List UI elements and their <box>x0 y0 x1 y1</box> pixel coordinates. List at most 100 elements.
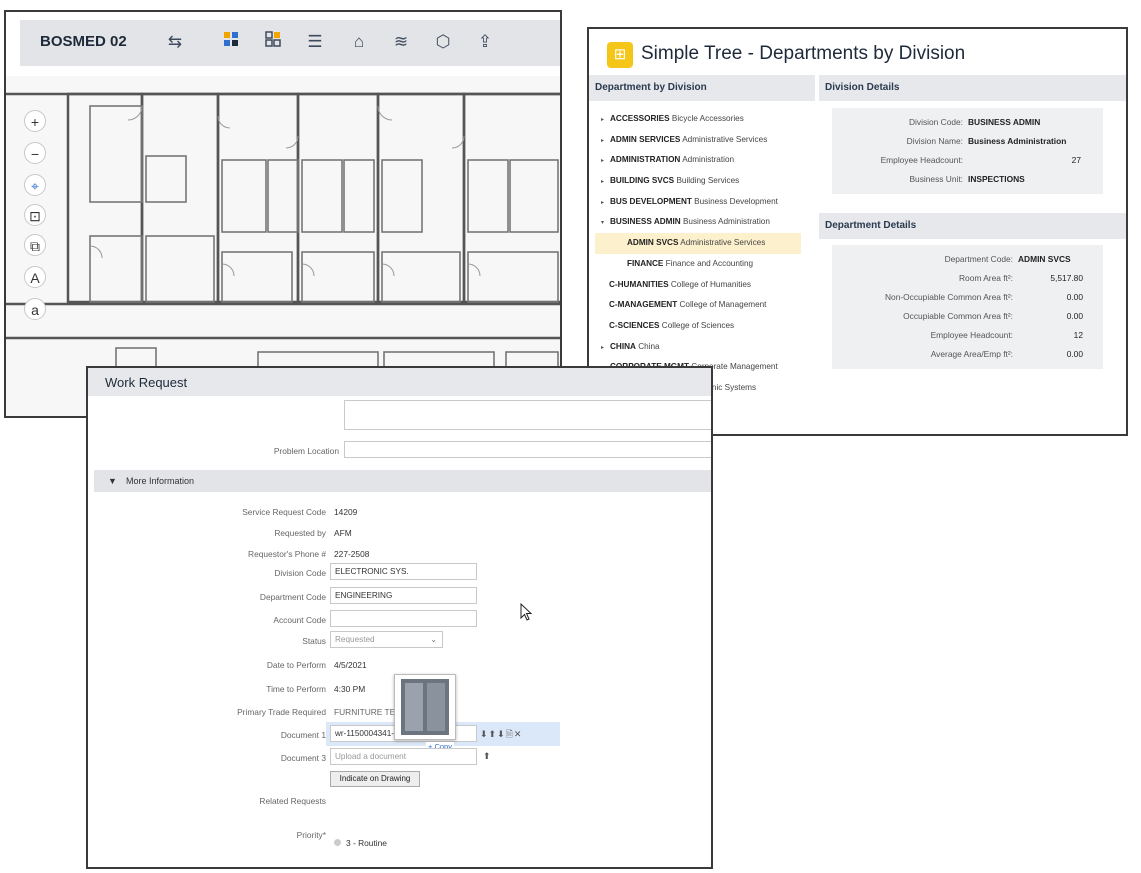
app-grid-icon: ⊞ <box>607 42 633 68</box>
tree-item[interactable]: C-SCIENCES College of Sciences <box>595 316 807 337</box>
work-request-window: Work Request Problem Location ▼ More Inf… <box>86 366 713 869</box>
tree-item-name: Finance and Accounting <box>665 258 754 268</box>
detail-row: Business Unit: INSPECTIONS <box>832 173 1103 185</box>
copy-icon[interactable]: ⧉ <box>24 234 46 256</box>
service-request-code-label: Service Request Code <box>242 507 326 517</box>
time-value[interactable]: 4:30 PM <box>334 684 365 694</box>
tree-item[interactable]: C-MANAGEMENT College of Management <box>595 295 807 316</box>
tree-item[interactable]: ▸ CHINA China <box>595 337 807 358</box>
priority-label: Priority* <box>296 830 326 840</box>
detail-value: ADMIN SVCS <box>1018 254 1071 264</box>
tree-item-code: ADMIN SERVICES <box>610 134 681 144</box>
priority-radio[interactable] <box>334 839 341 846</box>
tree-item-code: ADMIN SVCS <box>627 238 679 248</box>
division-code-field[interactable]: ELECTRONIC SYS. <box>330 563 477 580</box>
tree-item[interactable]: ▾ BUSINESS ADMIN Business Administration <box>595 212 807 233</box>
status-value: Requested <box>335 635 375 644</box>
drawing-toolbar: BOSMED 02 ⇆ ☰ ⌂ ≋ ⬡ ⇪ <box>20 20 560 66</box>
tree-item-name: College of Sciences <box>661 320 735 330</box>
phone-value: 227-2508 <box>334 549 370 559</box>
date-label: Date to Perform <box>266 660 326 670</box>
detail-value: 12 <box>1073 330 1083 340</box>
cube-icon[interactable]: ⬡ <box>430 29 456 55</box>
detail-label: Room Area ft²: <box>959 273 1013 283</box>
tree-item[interactable]: ▸ ADMIN SERVICES Administrative Services <box>595 130 807 151</box>
tree-item-code: BUS DEVELOPMENT <box>610 196 692 206</box>
caret-right-icon[interactable]: ▸ <box>601 131 610 152</box>
caret-right-icon[interactable]: ▸ <box>601 338 610 359</box>
crop-icon[interactable]: ⊡ <box>24 204 46 226</box>
zoom-in-icon[interactable]: + <box>24 110 46 132</box>
detail-label: Division Code: <box>909 117 963 127</box>
document3-field[interactable]: Upload a document <box>330 748 477 765</box>
tree-item[interactable]: C-HUMANITIES College of Humanities <box>595 275 807 296</box>
caret-down-icon[interactable]: ▾ <box>601 213 610 234</box>
detail-row: Room Area ft²: 5,517.80 <box>832 272 1103 284</box>
tree-item-name: Administrative Services <box>680 238 766 248</box>
zoom-out-icon[interactable]: − <box>24 142 46 164</box>
caret-right-icon[interactable]: ▸ <box>601 110 610 131</box>
tree-item-name: China <box>638 341 660 351</box>
grid-icon[interactable] <box>260 29 286 55</box>
detail-row: Division Code: BUSINESS ADMIN <box>832 116 1103 128</box>
caret-right-icon[interactable]: ▸ <box>601 193 610 214</box>
tree-panel-header: Department by Division <box>589 75 815 101</box>
drawing-title: BOSMED 02 <box>40 33 127 50</box>
tree-item[interactable]: ▸ BUS DEVELOPMENT Business Development <box>595 192 807 213</box>
detail-row: Employee Headcount: 27 <box>832 154 1103 166</box>
description-field[interactable] <box>344 400 711 430</box>
detail-value: BUSINESS ADMIN <box>968 117 1041 127</box>
grid-color-icon[interactable] <box>218 29 244 55</box>
label-large-icon[interactable]: A <box>24 266 46 288</box>
tree-item-name: Bicycle Accessories <box>671 114 744 123</box>
tree-item[interactable]: FINANCE Finance and Accounting <box>595 254 807 275</box>
locate-icon[interactable]: ⌖ <box>24 174 46 196</box>
tree-item-code: BUSINESS ADMIN <box>610 217 681 227</box>
detail-value: INSPECTIONS <box>968 174 1025 184</box>
account-code-label: Account Code <box>273 615 326 625</box>
tree-item-code: CHINA <box>610 341 636 351</box>
tag-icon[interactable]: ⌂ <box>346 29 372 55</box>
tree-item-name: Administration <box>682 155 735 165</box>
trade-label: Primary Trade Required <box>237 707 326 717</box>
chevron-down-icon: ▼ <box>108 476 117 486</box>
document3-label: Document 3 <box>280 753 326 763</box>
detail-value: 0.00 <box>1066 311 1083 321</box>
document1-label: Document 1 <box>280 730 326 740</box>
caret-right-icon[interactable]: ▸ <box>601 172 610 193</box>
department-code-label: Department Code <box>259 592 326 602</box>
detail-row: Division Name: Business Administration <box>832 135 1103 147</box>
tree-item-code: ADMINISTRATION <box>610 155 681 165</box>
department-details: Department Code: ADMIN SVCS Room Area ft²:… <box>832 245 1103 369</box>
date-value[interactable]: 4/5/2021 <box>334 660 367 670</box>
upload-icon[interactable]: ⬆ <box>483 751 491 762</box>
department-code-field[interactable]: ENGINEERING <box>330 587 477 604</box>
layers-icon[interactable]: ≋ <box>388 29 414 55</box>
share-icon[interactable]: ⇪ <box>472 29 498 55</box>
tree-item[interactable]: ADMIN SVCS Administrative Services <box>595 233 801 254</box>
division-code-label: Division Code <box>274 568 326 578</box>
tree-item[interactable]: ▸ ADMINISTRATION Administration <box>595 150 807 171</box>
tree-item[interactable]: ▸ BUILDING SVCS Building Services <box>595 171 807 192</box>
label-small-icon[interactable]: a <box>24 298 46 320</box>
tree-item-name: Administrative Services <box>682 134 768 144</box>
detail-row: Average Area/Emp ft²: 0.00 <box>832 348 1103 360</box>
account-code-field[interactable] <box>330 610 477 627</box>
requested-by-label: Requested by <box>274 528 326 538</box>
detail-label: Business Unit: <box>909 174 963 184</box>
division-details: Division Code: BUSINESS ADMIN Division Nam… <box>832 108 1103 194</box>
problem-location-field[interactable] <box>344 441 711 458</box>
detail-value: Business Administration <box>968 136 1067 146</box>
detail-value: 27 <box>1071 155 1081 165</box>
tree-item-code: C-MANAGEMENT <box>609 300 678 310</box>
status-label: Status <box>302 636 326 646</box>
tree-item[interactable]: ▸ ACCESSORIES Bicycle Accessories <box>595 109 807 130</box>
requested-by-value: AFM <box>334 528 352 538</box>
document-actions[interactable]: ⬇⬆⬇🗎✕ <box>480 727 522 743</box>
indicate-on-drawing-button[interactable]: Indicate on Drawing <box>330 771 420 787</box>
status-select[interactable]: Requested ⌄ <box>330 631 443 648</box>
more-information-section[interactable]: ▼ More Information <box>94 470 711 492</box>
caret-right-icon[interactable]: ▸ <box>601 151 610 172</box>
swap-icon[interactable]: ⇆ <box>162 29 188 55</box>
list-icon[interactable]: ☰ <box>302 29 328 55</box>
